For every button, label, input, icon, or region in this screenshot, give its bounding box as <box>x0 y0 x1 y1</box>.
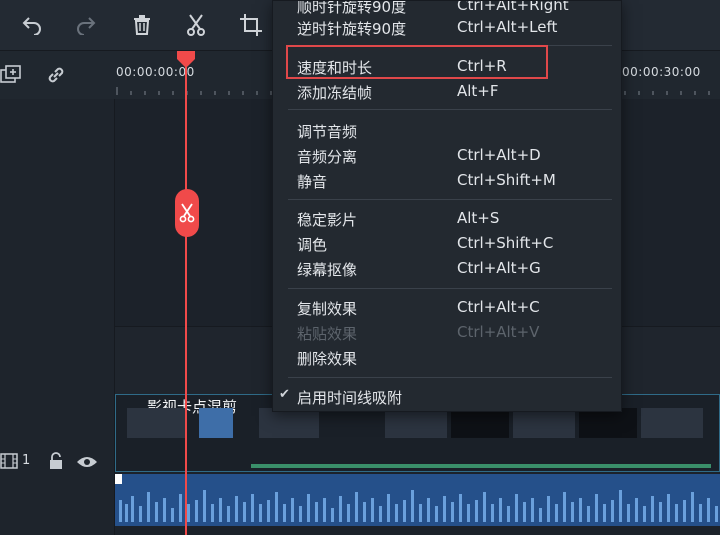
menu-item-color[interactable]: 调色 Ctrl+Shift+C <box>273 232 621 256</box>
undo-icon[interactable] <box>17 10 47 40</box>
ruler-end-time: 00:00:30:00 <box>622 65 701 79</box>
lock-icon[interactable] <box>48 452 64 470</box>
menu-separator <box>288 288 612 289</box>
menu-separator <box>288 377 612 378</box>
highlight-box <box>286 45 548 79</box>
menu-separator <box>288 109 612 110</box>
menu-item-freeze-frame[interactable]: 添加冻结帧 Alt+F <box>273 80 621 104</box>
playhead-split-button[interactable] <box>175 189 199 237</box>
link-icon[interactable] <box>45 64 67 86</box>
clip-thumbnail <box>451 408 509 438</box>
scissors-icon <box>179 203 195 223</box>
clip-thumbnail <box>127 408 187 438</box>
redo-icon[interactable] <box>71 10 101 40</box>
context-menu: 顺时针旋转90度 Ctrl+Alt+Right 逆时针旋转90度 Ctrl+Alt+… <box>272 0 622 412</box>
clip-thumbnail <box>199 408 233 438</box>
menu-item-mute[interactable]: 静音 Ctrl+Shift+M <box>273 169 621 193</box>
film-icon <box>0 452 20 470</box>
waveform-graphic <box>115 474 720 526</box>
menu-item-stabilize[interactable]: 稳定影片 Alt+S <box>273 207 621 231</box>
clip-thumbnail <box>579 408 637 438</box>
playhead-line[interactable] <box>185 62 187 535</box>
clip-thumbnail <box>385 408 447 438</box>
clip-thumbnail <box>513 408 575 438</box>
track-number: 1 <box>22 453 31 468</box>
clip-audio-bar <box>251 464 711 468</box>
menu-item-copy-effect[interactable]: 复制效果 Ctrl+Alt+C <box>273 296 621 320</box>
menu-item-paste-effect: 粘贴效果 Ctrl+Alt+V <box>297 323 540 343</box>
menu-item-rotate-ccw[interactable]: 逆时针旋转90度 Ctrl+Alt+Left <box>273 16 621 40</box>
cut-icon[interactable] <box>181 10 211 40</box>
menu-item-detach-audio[interactable]: 音频分离 Ctrl+Alt+D <box>273 144 621 168</box>
clip-thumbnail <box>641 408 703 438</box>
menu-item-green-screen[interactable]: 绿幕抠像 Ctrl+Alt+G <box>273 257 621 281</box>
playhead-marker[interactable] <box>177 51 195 69</box>
menu-item-adjust-audio[interactable]: 调节音频 <box>273 119 621 143</box>
clip-thumbnail <box>259 408 319 438</box>
menu-separator <box>288 199 612 200</box>
menu-item-delete-effect[interactable]: 删除效果 <box>273 346 621 370</box>
checkmark-icon: ✔ <box>279 387 290 402</box>
delete-icon[interactable] <box>127 10 157 40</box>
menu-item-timeline-snap[interactable]: ✔ 启用时间线吸附 <box>273 385 621 409</box>
crop-icon[interactable] <box>236 10 266 40</box>
add-track-icon[interactable] <box>0 64 26 86</box>
audio-waveform[interactable] <box>115 474 720 526</box>
eye-icon[interactable] <box>76 454 98 468</box>
